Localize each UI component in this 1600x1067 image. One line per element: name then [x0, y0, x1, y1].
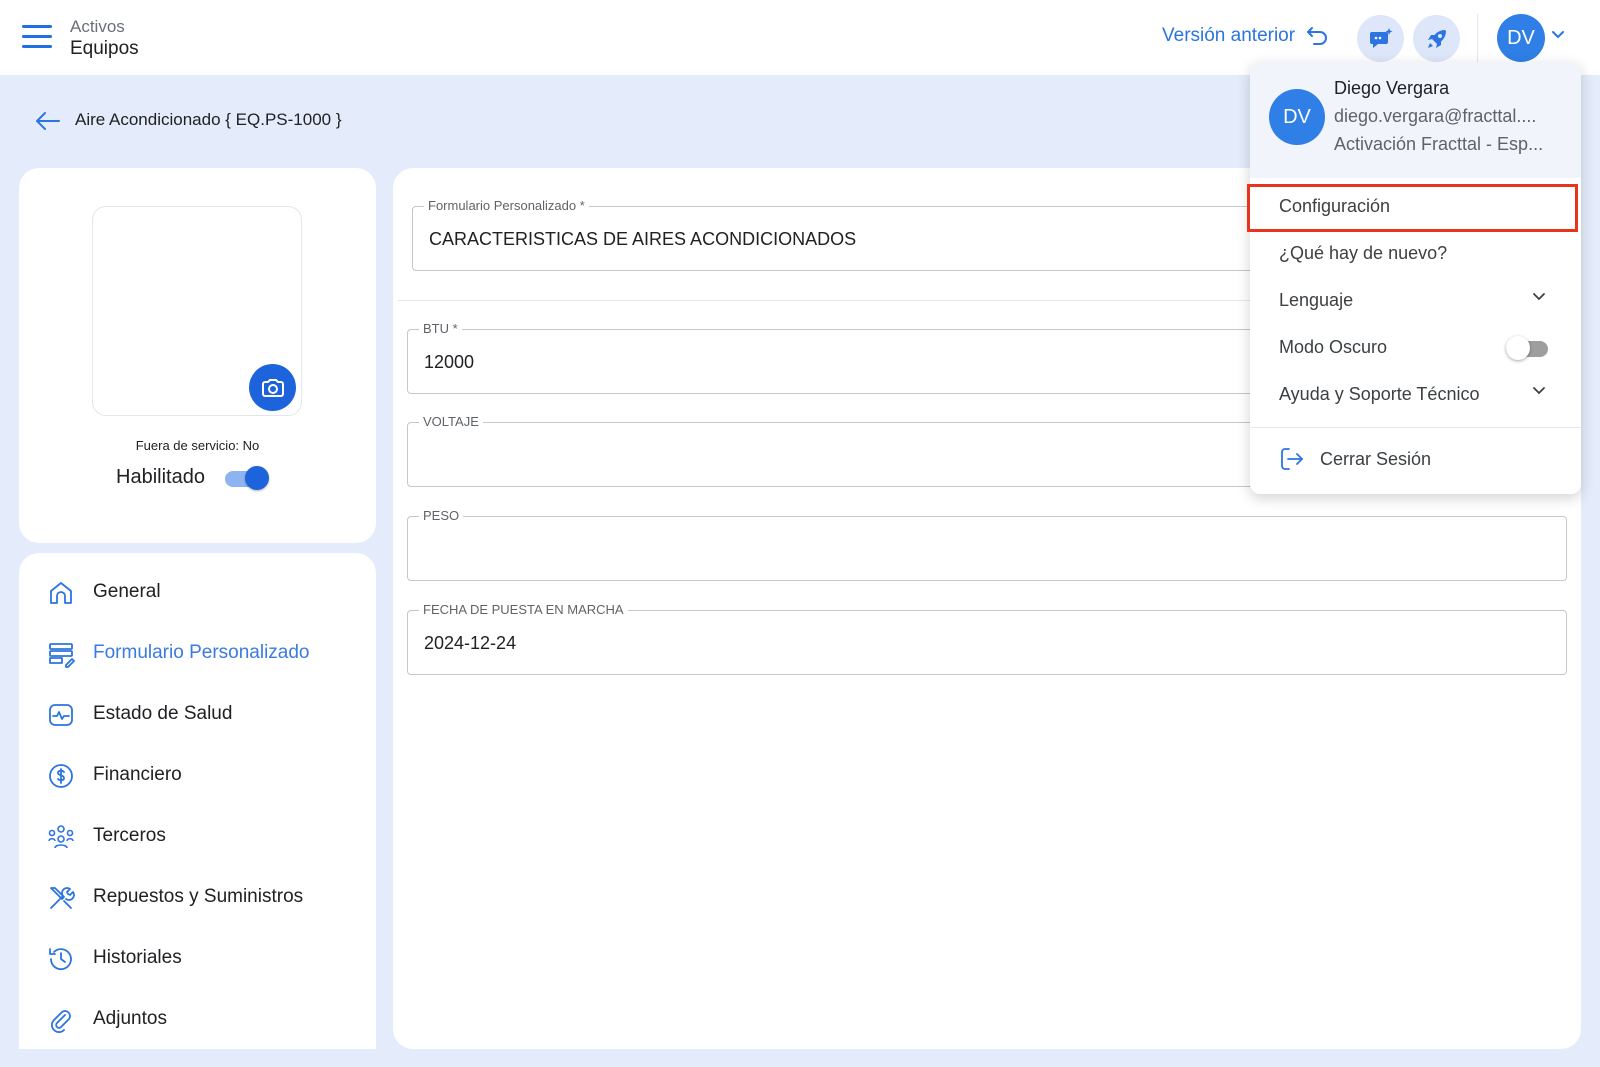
- page-title: Aire Acondicionado { EQ.PS-1000 }: [75, 110, 342, 129]
- chat-sparkle-icon: [1369, 27, 1392, 48]
- paperclip-icon: [51, 1010, 71, 1033]
- field-label: FECHA DE PUESTA EN MARCHA: [419, 602, 628, 617]
- previous-version-label: Versión anterior: [1162, 25, 1296, 46]
- menu-item-label: Ayuda y Soporte Técnico: [1279, 384, 1480, 404]
- nav-label: Adjuntos: [93, 1008, 167, 1029]
- field-value: 12000: [424, 352, 475, 372]
- nav-label: Terceros: [93, 825, 166, 846]
- nav-item-third-parties[interactable]: Terceros: [19, 811, 376, 861]
- field-label: BTU *: [419, 321, 462, 336]
- nav-item-spare-parts[interactable]: Repuestos y Suministros: [19, 872, 376, 922]
- undo-icon: [1307, 27, 1328, 45]
- logout-button[interactable]: Cerrar Sesión: [1250, 434, 1581, 484]
- health-icon: [49, 704, 73, 726]
- tools-icon: [50, 887, 75, 909]
- avatar: DV: [1269, 89, 1325, 145]
- asset-nav: General Formulario Personalizado Estado …: [19, 553, 376, 1049]
- field-value: CARACTERISTICAS DE AIRES ACONDICIONADOS: [429, 229, 857, 249]
- menu-item-dark-mode[interactable]: Modo Oscuro: [1250, 324, 1581, 370]
- field-label: PESO: [419, 508, 464, 523]
- enabled-row: Habilitado: [116, 465, 269, 490]
- user-email: diego.vergara@fracttal....: [1334, 106, 1537, 126]
- nav-label: Historiales: [93, 947, 182, 968]
- form-icon: [49, 643, 75, 668]
- launch-button[interactable]: [1413, 15, 1460, 62]
- chevron-down-icon[interactable]: [1551, 30, 1565, 40]
- user-menu-header: DV Diego Vergara diego.vergara@fracttal.…: [1250, 62, 1581, 178]
- toolbar-divider: [1477, 14, 1478, 62]
- dollar-icon: [49, 764, 73, 788]
- back-arrow-icon[interactable]: [35, 110, 61, 132]
- menu-item-help[interactable]: Ayuda y Soporte Técnico: [1250, 371, 1581, 417]
- chevron-down-icon: [1533, 387, 1545, 395]
- chat-support-button[interactable]: [1357, 15, 1404, 62]
- logout-icon: [1281, 448, 1303, 470]
- field-value: 2024-12-24: [424, 633, 517, 653]
- menu-item-language[interactable]: Lenguaje: [1250, 277, 1581, 323]
- menu-item-label: Configuración: [1279, 196, 1391, 216]
- subsection-label: Equipos: [70, 38, 139, 59]
- weight-field[interactable]: PESO: [407, 508, 1567, 581]
- asset-summary-card: Fuera de servicio: No Habilitado: [19, 168, 376, 543]
- dark-mode-toggle[interactable]: [1506, 336, 1548, 360]
- camera-icon: [261, 378, 284, 397]
- nav-label: Financiero: [93, 764, 182, 785]
- history-icon: [49, 948, 72, 971]
- field-label: VOLTAJE: [419, 414, 483, 429]
- nav-item-custom-form[interactable]: Formulario Personalizado: [19, 628, 376, 678]
- enabled-label: Habilitado: [116, 466, 205, 488]
- home-icon: [50, 582, 72, 604]
- menu-item-label: Modo Oscuro: [1279, 337, 1388, 357]
- menu-item-whats-new[interactable]: ¿Qué hay de nuevo?: [1250, 230, 1581, 276]
- menu-item-settings[interactable]: Configuración: [1247, 183, 1581, 232]
- enabled-toggle[interactable]: [224, 465, 269, 490]
- upload-photo-button[interactable]: [249, 364, 296, 411]
- nav-label: General: [93, 581, 161, 602]
- hamburger-menu-icon[interactable]: [22, 22, 52, 50]
- nav-item-attachments[interactable]: Adjuntos: [19, 994, 376, 1044]
- nav-label: Repuestos y Suministros: [93, 886, 304, 907]
- menu-divider: [1250, 427, 1581, 428]
- nav-item-financial[interactable]: Financiero: [19, 750, 376, 800]
- nav-item-health[interactable]: Estado de Salud: [19, 689, 376, 739]
- section-label: Activos: [70, 17, 125, 36]
- people-icon: [48, 825, 74, 849]
- previous-version-link[interactable]: Versión anterior: [1162, 25, 1329, 47]
- nav-label: Formulario Personalizado: [93, 642, 310, 663]
- nav-item-histories[interactable]: Historiales: [19, 933, 376, 983]
- chevron-down-icon: [1533, 293, 1545, 301]
- start-date-field[interactable]: FECHA DE PUESTA EN MARCHA 2024-12-24: [407, 602, 1567, 675]
- nav-item-general[interactable]: General: [19, 567, 376, 617]
- nav-label: Estado de Salud: [93, 703, 233, 724]
- rocket-icon: [1427, 29, 1446, 48]
- user-menu: DV Diego Vergara diego.vergara@fracttal.…: [1247, 62, 1581, 494]
- out-of-service-status: Fuera de servicio: No: [135, 438, 260, 453]
- user-avatar-button[interactable]: DV: [1497, 14, 1545, 62]
- menu-item-label: ¿Qué hay de nuevo?: [1279, 243, 1448, 263]
- logout-label: Cerrar Sesión: [1320, 449, 1432, 469]
- menu-item-label: Lenguaje: [1279, 290, 1354, 310]
- field-label: Formulario Personalizado *: [424, 198, 589, 213]
- user-name: Diego Vergara: [1334, 78, 1450, 98]
- user-organization: Activación Fracttal - Esp...: [1334, 134, 1544, 154]
